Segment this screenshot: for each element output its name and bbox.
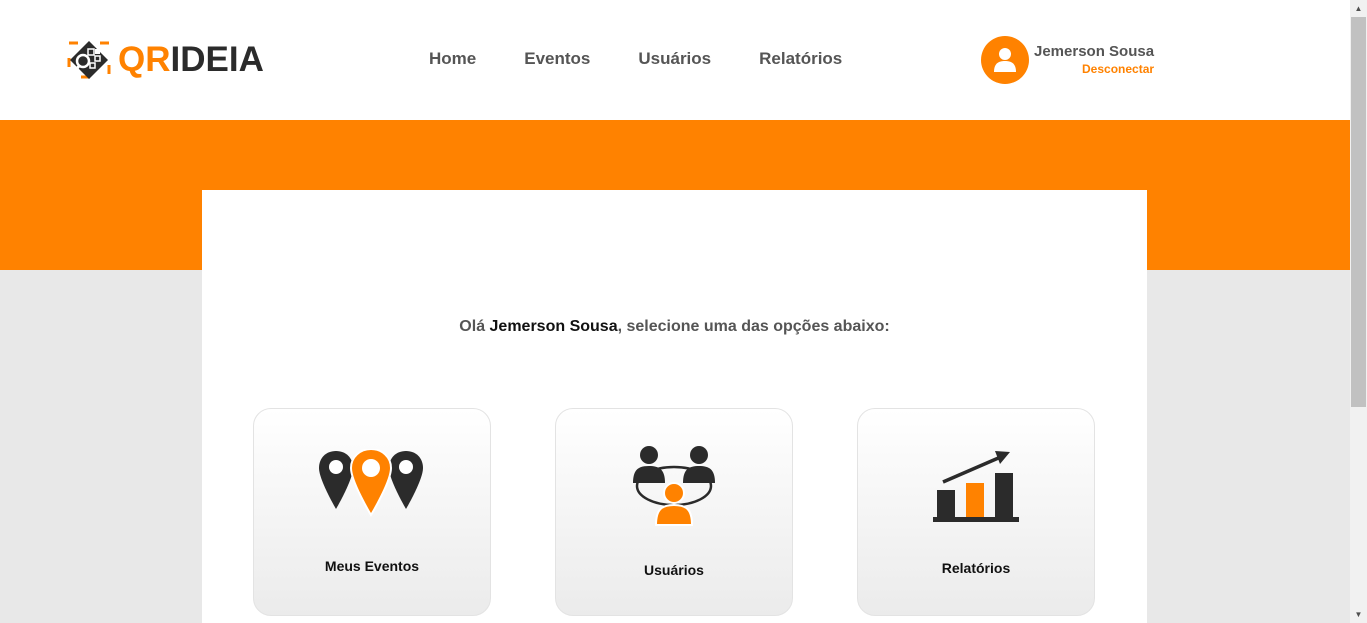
user-info: Jemerson Sousa Desconectar: [1034, 43, 1154, 77]
card-icon-wrapper: [254, 449, 490, 517]
card-label: Relatórios: [941, 560, 1011, 576]
top-header: QRIDEIA Home Eventos Usuários Relatórios…: [0, 0, 1350, 120]
card-label: Meus Eventos: [324, 558, 420, 574]
nav-relatorios[interactable]: Relatórios: [735, 48, 866, 70]
avatar[interactable]: [981, 36, 1029, 84]
card-icon-wrapper: [556, 443, 792, 527]
nav-eventos[interactable]: Eventos: [500, 48, 614, 70]
qr-search-logo-icon: [67, 41, 111, 79]
main-panel: Olá Jemerson Sousa, selecione uma das op…: [202, 190, 1147, 623]
greeting-user-name: Jemerson Sousa: [489, 318, 618, 335]
map-pins-icon: [319, 449, 423, 517]
greeting-suffix: , selecione uma das opções abaixo:: [617, 318, 890, 335]
nav-usuarios[interactable]: Usuários: [614, 48, 735, 70]
user-menu: Jemerson Sousa Desconectar: [981, 36, 1154, 84]
card-meus-eventos[interactable]: Meus Eventos: [253, 408, 491, 616]
scroll-up-arrow-icon[interactable]: ▲: [1350, 0, 1367, 17]
logo-ideia-text: IDEIA: [170, 40, 264, 79]
greeting-text: Olá Jemerson Sousa, selecione uma das op…: [202, 318, 1147, 336]
users-network-icon: [633, 446, 715, 526]
logo-text: QRIDEIA: [118, 40, 264, 80]
card-usuarios[interactable]: Usuários: [555, 408, 793, 616]
logo-qr-text: QR: [118, 40, 171, 79]
logout-link[interactable]: Desconectar: [1034, 61, 1154, 77]
bar-chart-growth-icon: [933, 451, 1019, 522]
nav-home[interactable]: Home: [405, 48, 500, 70]
scroll-down-arrow-icon[interactable]: ▼: [1350, 606, 1367, 623]
user-icon: [994, 48, 1016, 72]
greeting-prefix: Olá: [459, 318, 490, 335]
card-icon-wrapper: [858, 447, 1094, 523]
user-name: Jemerson Sousa: [1034, 43, 1155, 60]
card-label: Usuários: [644, 562, 704, 578]
scrollbar-thumb[interactable]: [1351, 17, 1366, 407]
main-nav: Home Eventos Usuários Relatórios: [405, 48, 866, 70]
card-relatorios[interactable]: Relatórios: [857, 408, 1095, 616]
qrideia-logo[interactable]: QRIDEIA: [66, 40, 264, 80]
